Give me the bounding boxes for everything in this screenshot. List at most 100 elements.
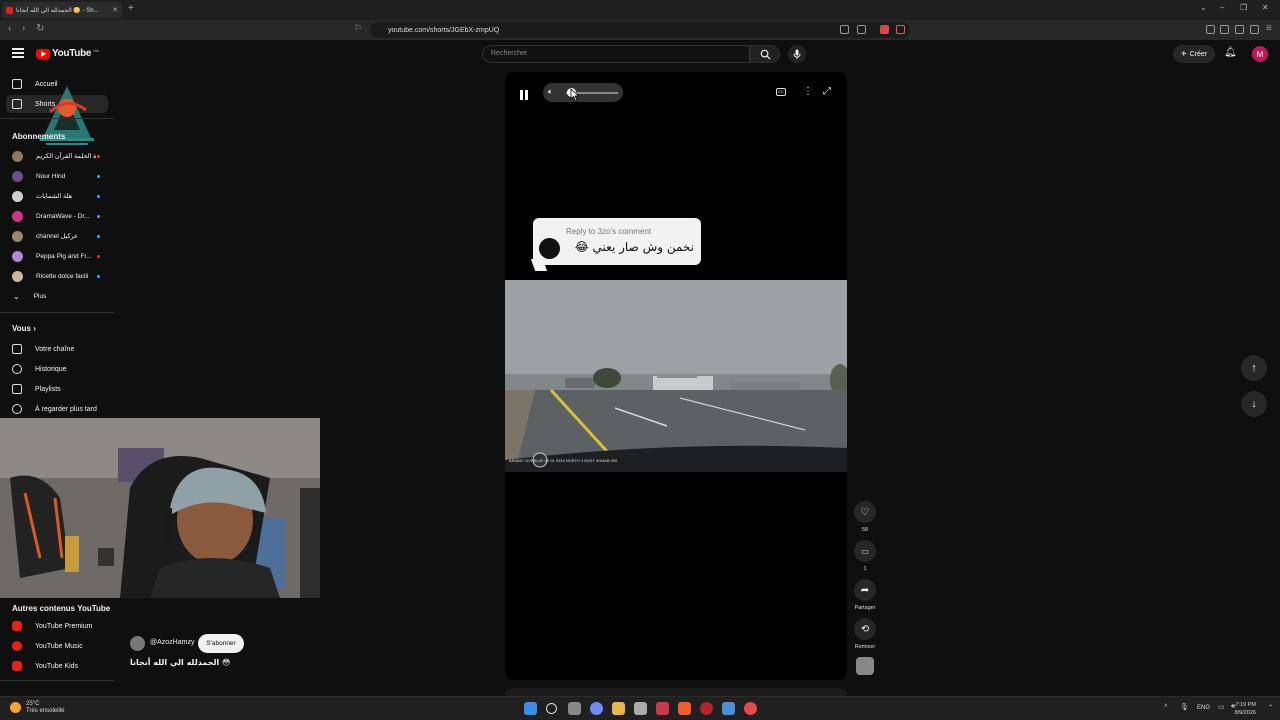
like-button[interactable]: ♡ xyxy=(854,501,876,523)
remix-button[interactable]: ⟲ xyxy=(854,618,876,640)
short-title[interactable]: الحمدلله الي الله أنجانا 😳 xyxy=(130,658,230,667)
channel-avatar xyxy=(12,270,23,282)
notification-center-icon[interactable]: ◔ xyxy=(1268,703,1272,710)
wallet-icon[interactable] xyxy=(1235,25,1244,34)
voice-search-button[interactable] xyxy=(788,45,806,63)
account-avatar[interactable]: M xyxy=(1252,46,1268,62)
sidebar-item-label: Votre chaîne xyxy=(35,345,75,353)
share-icon: ➦ xyxy=(860,584,870,596)
pause-icon[interactable] xyxy=(520,87,530,100)
system-clock[interactable]: 7:19 PM 8/9/2026 xyxy=(1235,701,1256,717)
playlists-icon xyxy=(12,384,22,394)
language-indicator[interactable]: ENG xyxy=(1197,705,1210,711)
minimize-icon[interactable]: – xyxy=(1220,3,1224,12)
photos-icon[interactable] xyxy=(722,702,735,715)
reply-header: Reply to 3zo's comment xyxy=(566,227,652,236)
reply-comment-card: Reply to 3zo's comment نخمن وش صار يعني … xyxy=(530,218,701,271)
sidebar-subscription-item[interactable]: Ricette dolce facili xyxy=(6,267,108,285)
remix-icon: ⟲ xyxy=(860,623,870,635)
sidebar-item-youtube-music[interactable]: YouTube Music xyxy=(6,637,108,655)
file-explorer-icon[interactable] xyxy=(612,702,625,715)
weather-widget[interactable]: 25°C Très ensoleillé xyxy=(10,701,64,715)
channel-avatar[interactable] xyxy=(130,636,145,651)
back-icon[interactable]: ‹ xyxy=(8,23,11,34)
youtube-favicon-icon xyxy=(6,6,13,14)
channel-handle[interactable]: @AzozHamzy xyxy=(150,639,194,646)
brave-browser-icon[interactable] xyxy=(678,702,691,715)
microphone-tray-icon[interactable]: 🎙︎ xyxy=(1180,703,1189,711)
obs-icon[interactable] xyxy=(744,702,757,715)
menu-icon[interactable]: ≡ xyxy=(1266,23,1272,34)
brave-shield-icon[interactable] xyxy=(880,25,889,34)
youtube-logo[interactable]: YouTube MA xyxy=(36,48,99,59)
new-content-dot-icon xyxy=(97,234,100,238)
task-view-icon[interactable] xyxy=(568,702,581,715)
url-field[interactable]: youtube.com/shorts/JGEbX-zmpUQ xyxy=(370,22,910,38)
channel-icon xyxy=(12,344,22,354)
playlist-icon[interactable] xyxy=(1206,25,1215,34)
search-input[interactable]: Rechercher xyxy=(482,45,750,63)
audio-thumbnail[interactable] xyxy=(856,657,874,675)
you-section-title[interactable]: Vous › xyxy=(12,324,36,333)
new-tab-button[interactable]: + xyxy=(128,3,134,14)
cast-icon[interactable] xyxy=(857,25,866,34)
channel-name: هلة الشمايات xyxy=(36,193,73,200)
vpn-icon[interactable] xyxy=(700,702,713,715)
forward-icon[interactable]: › xyxy=(22,23,25,34)
sidebar-subscription-item[interactable]: channel عركيل xyxy=(6,227,108,245)
share-button[interactable]: ➦ xyxy=(854,579,876,601)
sidebar-subscription-item[interactable]: DramaWave - Dr... xyxy=(6,207,108,225)
sidebar-subscription-item[interactable]: هلة الشمايات xyxy=(6,187,108,205)
sidebar-subscription-item[interactable]: Peppa Pig and Fr... xyxy=(6,247,108,265)
tab-title: الحمدلله الي الله أنجانا 😳 - Sh... xyxy=(16,7,99,14)
maximize-icon[interactable]: ❐ xyxy=(1240,3,1247,12)
more-options-icon[interactable]: ⋮ xyxy=(803,86,813,97)
reload-icon[interactable]: ↻ xyxy=(36,23,44,34)
chevron-right-icon: › xyxy=(33,324,36,333)
guide-menu-icon[interactable] xyxy=(12,48,24,58)
previous-short-button[interactable]: ↑ xyxy=(1241,355,1267,381)
heart-icon: ♡ xyxy=(860,506,870,518)
bookmark-icon[interactable]: ⚐ xyxy=(354,23,362,34)
channel-avatar xyxy=(12,170,23,182)
sidebar-item-playlists[interactable]: Playlists xyxy=(6,380,108,398)
volume-icon[interactable]: 🔈︎ xyxy=(548,87,553,97)
comments-button[interactable]: ▭ xyxy=(854,540,876,562)
show-hidden-icons[interactable]: ^ xyxy=(1164,704,1167,711)
create-button[interactable]: + Créer xyxy=(1173,45,1215,63)
new-content-dot-icon xyxy=(97,274,100,278)
chat-icon[interactable] xyxy=(590,702,603,715)
sidebar-subscription-item[interactable]: قناة الحلمة القرآن الكريم xyxy=(6,147,108,165)
sidebar-item-youtube-premium[interactable]: YouTube Premium xyxy=(6,617,108,635)
sidebar-subscription-item[interactable]: Nour Hind xyxy=(6,167,108,185)
leo-icon[interactable] xyxy=(1250,25,1259,34)
next-short-button[interactable]: ↓ xyxy=(1241,391,1267,417)
brave-rewards-icon[interactable] xyxy=(896,25,905,34)
sidebar-item-your-channel[interactable]: Votre chaîne xyxy=(6,340,108,358)
channel-avatar xyxy=(12,210,23,222)
sidebar-divider xyxy=(0,680,114,681)
more-label: Plus xyxy=(33,292,47,300)
sidebar-item-watch-later[interactable]: À regarder plus tard xyxy=(6,400,108,418)
notifications-bell-icon[interactable]: 🔔︎ xyxy=(1224,47,1237,58)
browser-tab[interactable]: الحمدلله الي الله أنجانا 😳 - Sh... ✕ xyxy=(2,2,122,18)
sidebar-item-history[interactable]: Historique xyxy=(6,360,108,378)
tab-search-icon[interactable]: ⌄ xyxy=(1200,3,1207,12)
subscribe-button[interactable]: S'abonner xyxy=(198,634,244,653)
sidebar-more-button[interactable]: ⌄ Plus xyxy=(6,287,108,305)
display-icon[interactable]: ▭ xyxy=(1218,703,1225,711)
translate-icon[interactable] xyxy=(840,25,849,34)
tab-close-icon[interactable]: ✕ xyxy=(112,6,118,14)
close-window-icon[interactable]: ✕ xyxy=(1262,3,1269,12)
app-icon[interactable] xyxy=(656,702,669,715)
new-content-dot-icon xyxy=(97,174,100,178)
sidebar-toggle-icon[interactable] xyxy=(1220,25,1229,34)
fullscreen-icon[interactable]: ⤢ xyxy=(823,86,831,97)
search-taskbar-icon[interactable] xyxy=(546,703,557,714)
store-icon[interactable] xyxy=(634,702,647,715)
captions-icon[interactable]: CC xyxy=(776,88,786,96)
sidebar-item-youtube-kids[interactable]: YouTube Kids xyxy=(6,657,108,675)
search-button[interactable] xyxy=(750,45,780,63)
start-icon[interactable] xyxy=(524,702,537,715)
mouse-cursor-icon xyxy=(570,88,580,102)
